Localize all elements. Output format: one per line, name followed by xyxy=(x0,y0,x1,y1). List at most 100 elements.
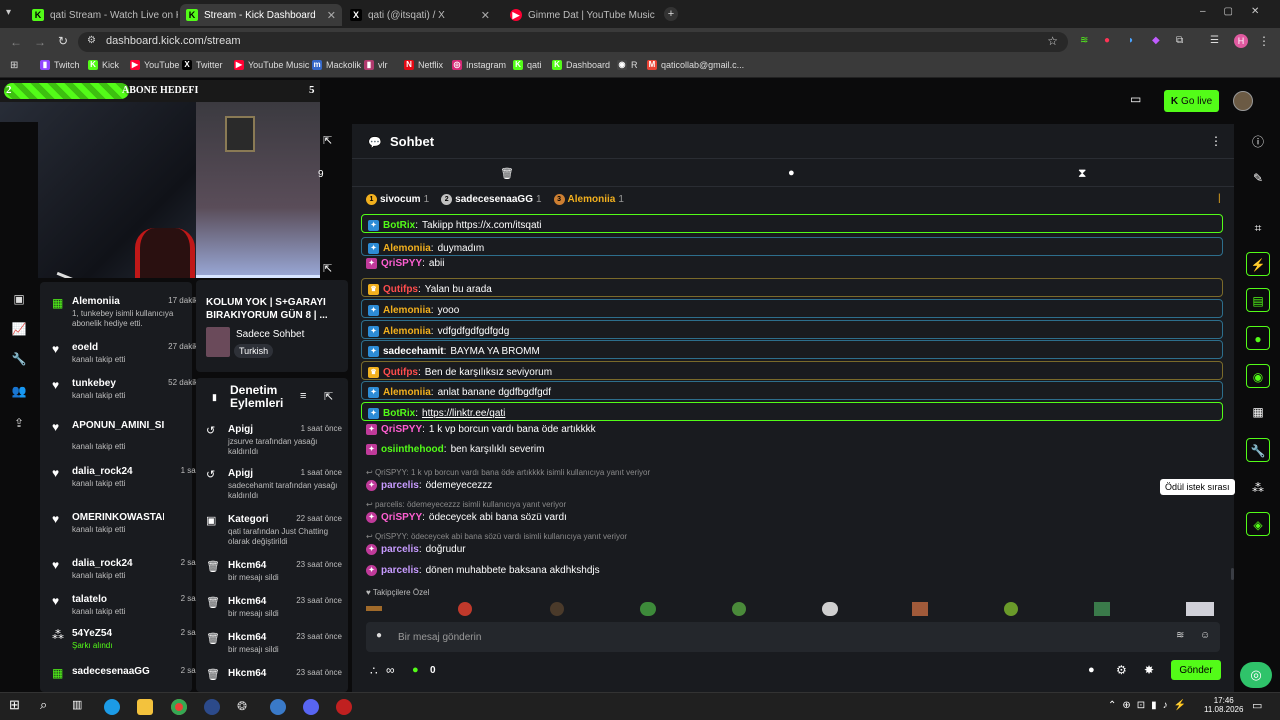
bookmark-mackolik[interactable]: m Mackolik xyxy=(312,60,361,70)
chat-username[interactable]: Alemoniia xyxy=(383,305,431,316)
back-icon[interactable]: ← xyxy=(10,35,22,49)
bookmark-twitter[interactable]: X Twitter xyxy=(182,60,223,70)
activity-username[interactable]: talatelo xyxy=(72,594,164,605)
moderation-actor[interactable]: Hkcm64 xyxy=(228,632,266,643)
popout-icon[interactable]: ⇱ xyxy=(324,390,333,403)
chat-message[interactable]: ✦ Alemoniia: duymadım xyxy=(361,237,1223,256)
extension-icon[interactable]: ◗ xyxy=(1128,35,1134,46)
chat-username[interactable]: BotRix xyxy=(383,220,415,231)
window-controls[interactable]: –▢✕ xyxy=(1200,6,1277,17)
system-tray-icons[interactable]: ⌃⊕⊡▮♪⚡ xyxy=(1108,700,1192,711)
send-button[interactable]: Gönder xyxy=(1171,660,1221,680)
chat-message[interactable]: ♛ Qutifps: Ben de karşılıksız seviyorum xyxy=(361,361,1223,380)
close-icon[interactable]: ✕ xyxy=(481,9,490,22)
top-gifter[interactable]: 3 Alemoniia 1 xyxy=(553,193,624,205)
settings-gear-icon[interactable]: ⚙ xyxy=(1116,663,1127,677)
broadcast-icon[interactable]: ◉ xyxy=(1246,364,1270,388)
chat-username[interactable]: sadecehamit xyxy=(383,346,444,357)
emote[interactable] xyxy=(640,602,656,616)
file-explorer-icon[interactable] xyxy=(137,699,153,715)
close-icon[interactable]: ✕ xyxy=(327,9,336,22)
chat-menu-icon[interactable]: ⋮ xyxy=(1210,134,1222,148)
chat-message[interactable]: ✦ parcelis: doğrudur xyxy=(366,544,466,555)
reading-list-icon[interactable]: ☰ xyxy=(1210,35,1219,46)
chat-username[interactable]: Qutifps xyxy=(383,284,418,295)
browser-tab-active[interactable]: K Stream - Kick Dashboard ✕ xyxy=(180,4,342,26)
chat-username[interactable]: parcelis xyxy=(381,480,419,491)
language-tag[interactable]: Turkish xyxy=(234,344,274,358)
chat-username[interactable]: Alemoniia xyxy=(383,326,431,337)
chat-username[interactable]: QriSPYY xyxy=(381,512,422,523)
wrench-icon[interactable]: 🔧 xyxy=(1246,438,1270,462)
bookmark-star-icon[interactable]: ☆ xyxy=(1047,34,1058,48)
moderation-actor[interactable]: Apigj xyxy=(228,468,253,479)
extension-icon[interactable]: ≋ xyxy=(1080,35,1088,46)
chat-message[interactable]: ✦ parcelis: dönen muhabbete baksana akdhks… xyxy=(366,565,600,576)
chat-username[interactable]: Alemoniia xyxy=(383,243,431,254)
chat-message[interactable]: ✦ BotRix: https://linktr.ee/qati xyxy=(361,402,1223,421)
app-icon[interactable] xyxy=(270,699,286,715)
go-live-button[interactable]: K Go live xyxy=(1164,90,1219,112)
emote[interactable] xyxy=(458,602,472,616)
site-info-icon[interactable]: ⚙ xyxy=(87,35,96,46)
stream-category[interactable]: Sadece Sohbet xyxy=(236,329,304,340)
bookmark-kick[interactable]: K Kick xyxy=(88,60,119,70)
chat-username[interactable]: QriSPYY xyxy=(381,424,422,435)
bookmark-youtube-music[interactable]: ▶ YouTube Music xyxy=(234,60,309,70)
moderation-actor[interactable]: Hkcm64 xyxy=(228,560,266,571)
profile-avatar[interactable]: H xyxy=(1234,34,1248,48)
new-tab-button[interactable]: + xyxy=(664,7,678,21)
chat-message[interactable]: ✦ QriSPYY: abii xyxy=(366,258,445,269)
upload-icon[interactable]: ⇪ xyxy=(11,416,27,432)
chat-message[interactable]: ✦ QriSPYY:1 k vp borcun vardı bana öde ar… xyxy=(366,424,596,435)
top-gifter[interactable]: 1 sivocum 1 xyxy=(366,193,429,205)
activity-username[interactable]: dalia_rock24 xyxy=(72,558,164,569)
bookmark-r[interactable]: ◉ R xyxy=(617,60,638,70)
popout-icon[interactable]: ⇱ xyxy=(323,262,332,275)
moderation-actor[interactable]: Apigj xyxy=(228,424,253,435)
chat-username[interactable]: osiinthehood xyxy=(381,444,444,455)
settings-wrench-icon[interactable]: 🔧 xyxy=(11,352,27,368)
help-fab-icon[interactable]: ◎ xyxy=(1240,662,1272,688)
lightning-icon[interactable]: ⚡ xyxy=(1246,252,1270,276)
chat-bubble-icon[interactable]: ● xyxy=(788,167,795,179)
extension-icon[interactable]: ≋ xyxy=(1176,630,1184,641)
edge-icon[interactable] xyxy=(104,699,120,715)
forward-icon[interactable]: → xyxy=(34,35,46,49)
activity-username[interactable]: 54YeZ54 xyxy=(72,628,164,639)
extension-icon[interactable]: ● xyxy=(1104,35,1110,46)
tab-search-icon[interactable]: ▾ xyxy=(6,7,20,21)
emote[interactable] xyxy=(366,606,382,611)
browser-tab[interactable]: K qati Stream - Watch Live on Kic ✕ xyxy=(26,4,178,26)
activity-username[interactable]: sadecesenaaGG xyxy=(72,666,164,677)
filter-icon[interactable]: ≡ xyxy=(300,390,306,402)
chat-scrollbar[interactable] xyxy=(1231,568,1234,580)
screenshot-icon[interactable]: ⌗ xyxy=(1246,216,1270,240)
activity-username[interactable]: APONUN_AMINI_SIKEN xyxy=(72,420,164,431)
emote[interactable] xyxy=(732,602,746,616)
hourglass-icon[interactable]: ⧗ xyxy=(1078,166,1086,181)
menu-dots-icon[interactable]: ⋮ xyxy=(1258,34,1270,48)
activity-username[interactable]: eoeld xyxy=(72,342,164,353)
chat-tool-icon[interactable]: ● xyxy=(1246,326,1270,350)
preview-icon[interactable]: ▭ xyxy=(1130,92,1141,106)
reply-context[interactable]: ↩ QriSPYY: ödeceycek abi bana sözü vardı… xyxy=(366,532,627,541)
discord-icon[interactable] xyxy=(303,699,319,715)
stream-manager-icon[interactable]: ▣ xyxy=(11,292,27,308)
moderation-actor[interactable]: Kategori xyxy=(228,514,269,525)
reward-queue-icon[interactable]: ⁂ xyxy=(1246,476,1270,500)
reply-context[interactable]: ↩ parcelis: ödemeyecezzz isimli kullanıc… xyxy=(366,500,566,509)
emote[interactable] xyxy=(1004,602,1018,616)
browser-tab[interactable]: ▶ Gimme Dat | YouTube Music ✕ xyxy=(504,4,656,26)
url-input[interactable]: ⚙ dashboard.kick.com/stream ☆ xyxy=(78,32,1068,52)
chat-message[interactable]: ✦ BotRix: Takiipp https://x.com/itsqati xyxy=(361,214,1223,233)
reload-icon[interactable]: ↻ xyxy=(58,34,68,48)
emote[interactable] xyxy=(1186,602,1214,616)
chat-message[interactable]: ✦ parcelis: ödemeyecezzz xyxy=(366,480,492,491)
chat-input[interactable]: ● Bir mesaj gönderin ≋ ☺ xyxy=(366,622,1220,652)
chat-message[interactable]: ♛ Qutifps: Yalan bu arada xyxy=(361,278,1223,297)
moderation-actor[interactable]: Hkcm64 xyxy=(228,668,266,679)
bookmark-instagram[interactable]: ◎ Instagram xyxy=(452,60,506,70)
extensions-puzzle-icon[interactable]: ⧉ xyxy=(1176,35,1183,46)
chat-message[interactable]: ✦ sadecehamit: BAYMA YA BROMM xyxy=(361,340,1223,359)
